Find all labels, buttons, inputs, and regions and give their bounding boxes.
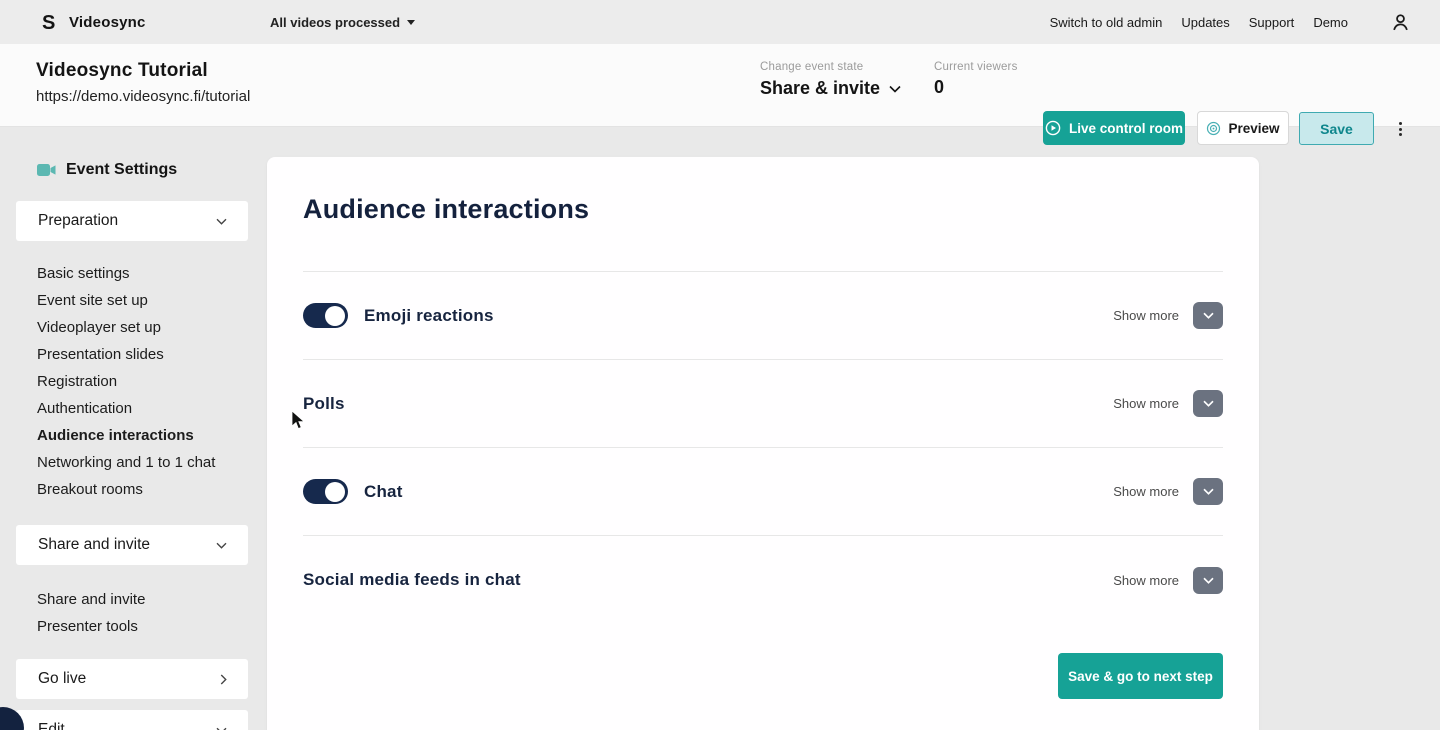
preview-label: Preview — [1228, 120, 1280, 136]
feature-row-polls: Polls Show more — [303, 360, 1223, 448]
toggle-knob — [325, 305, 345, 326]
section-go-live[interactable]: Go live — [16, 659, 248, 699]
current-viewers-label: Current viewers — [934, 61, 1018, 73]
caret-down-icon — [407, 19, 416, 25]
save-button[interactable]: Save — [1299, 112, 1374, 145]
feature-label: Emoji reactions — [364, 305, 494, 325]
show-more-button[interactable] — [1193, 390, 1223, 417]
user-icon[interactable] — [1391, 13, 1410, 32]
video-status-dropdown[interactable]: All videos processed — [270, 14, 416, 30]
preview-button[interactable]: Preview — [1197, 111, 1289, 145]
sidebar-item-event-site-set-up[interactable]: Event site set up — [37, 287, 248, 314]
current-viewers-block: Current viewers 0 — [934, 61, 1018, 98]
live-control-room-label: Live control room — [1068, 120, 1183, 136]
event-state-label: Change event state — [760, 61, 864, 73]
show-more-button[interactable] — [1193, 302, 1223, 329]
feature-label: Polls — [303, 393, 345, 413]
emoji-reactions-toggle[interactable] — [303, 303, 348, 328]
feature-label: Social media feeds in chat — [303, 570, 521, 589]
chevron-down-icon — [215, 217, 228, 226]
show-more-button[interactable] — [1193, 478, 1223, 505]
feature-row-chat: Chat Show more — [303, 448, 1223, 536]
link-support[interactable]: Support — [1249, 15, 1295, 30]
event-state-value: Share & invite — [760, 78, 881, 98]
audience-interactions-panel: Audience interactions Emoji reactions Sh… — [267, 157, 1259, 730]
chat-toggle[interactable] — [303, 479, 348, 504]
event-header: Videosync Tutorial https://demo.videosyn… — [0, 44, 1440, 145]
chevron-down-icon — [215, 541, 228, 550]
event-head: Videosync Tutorial https://demo.videosyn… — [36, 60, 250, 105]
save-and-next-button[interactable]: Save & go to next step — [1058, 653, 1223, 699]
top-bar: S Videosync All videos processed Switch … — [0, 0, 1440, 44]
sidebar-item-share-and-invite[interactable]: Share and invite — [37, 586, 248, 613]
chevron-down-icon — [1202, 312, 1214, 319]
top-links: Switch to old admin Updates Support Demo — [1050, 13, 1410, 32]
card-footer: Save & go to next step — [303, 653, 1223, 699]
sidebar-item-breakout-rooms[interactable]: Breakout rooms — [37, 476, 248, 503]
share-items: Share and invite Presenter tools — [16, 586, 248, 640]
video-status-label: All videos processed — [270, 14, 401, 30]
brand-name: Videosync — [69, 13, 146, 31]
sidebar-item-presentation-slides[interactable]: Presentation slides — [37, 341, 248, 368]
section-share-and-invite-label: Share and invite — [38, 536, 151, 553]
event-title: Videosync Tutorial — [36, 60, 208, 81]
section-preparation[interactable]: Preparation — [16, 201, 248, 241]
videosync-logo-icon: S — [40, 11, 60, 33]
sidebar-title: Event Settings — [16, 161, 248, 179]
sidebar-item-presenter-tools[interactable]: Presenter tools — [37, 613, 248, 640]
sidebar-item-videoplayer-set-up[interactable]: Videoplayer set up — [37, 314, 248, 341]
link-updates[interactable]: Updates — [1181, 15, 1229, 30]
page-title: Audience interactions — [303, 194, 590, 224]
section-share-and-invite[interactable]: Share and invite — [16, 525, 248, 565]
play-circle-icon — [1045, 120, 1061, 136]
sidebar-title-label: Event Settings — [66, 161, 178, 178]
event-url[interactable]: https://demo.videosync.fi/tutorial — [36, 88, 250, 105]
more-options-kebab-icon[interactable] — [1391, 120, 1409, 138]
sidebar-item-basic-settings[interactable]: Basic settings — [37, 260, 248, 287]
show-more-label[interactable]: Show more — [1113, 573, 1179, 588]
section-edit-label: Edit — [38, 721, 65, 730]
preview-eye-icon — [1207, 121, 1221, 135]
show-more-button[interactable] — [1193, 566, 1223, 594]
show-more-label[interactable]: Show more — [1113, 396, 1179, 411]
sidebar-item-registration[interactable]: Registration — [37, 368, 248, 395]
chevron-down-icon — [1202, 400, 1214, 407]
show-more-label[interactable]: Show more — [1113, 308, 1179, 323]
chevron-down-icon — [889, 85, 901, 93]
video-camera-icon — [37, 164, 56, 176]
live-control-room-button[interactable]: Live control room — [1043, 111, 1185, 145]
chevron-down-icon — [1202, 577, 1214, 584]
preparation-items: Basic settings Event site set up Videopl… — [16, 260, 248, 503]
feature-row-emoji-reactions: Emoji reactions Show more — [303, 272, 1223, 360]
link-demo[interactable]: Demo — [1313, 15, 1348, 30]
brand[interactable]: S Videosync — [40, 11, 146, 33]
chevron-down-icon — [215, 726, 228, 730]
section-edit[interactable]: Edit — [16, 710, 248, 730]
event-state-dropdown[interactable]: Share & invite — [760, 78, 902, 99]
section-go-live-label: Go live — [38, 670, 87, 687]
section-preparation-label: Preparation — [38, 212, 119, 229]
sidebar-item-authentication[interactable]: Authentication — [37, 395, 248, 422]
sidebar-item-audience-interactions[interactable]: Audience interactions — [37, 422, 248, 449]
chevron-right-icon — [219, 673, 228, 686]
svg-text:S: S — [42, 12, 55, 33]
toggle-knob — [325, 481, 345, 502]
show-more-label[interactable]: Show more — [1113, 484, 1179, 499]
feature-row-social-media-feeds: Social media feeds in chat Show more — [303, 536, 1223, 624]
current-viewers-value: 0 — [934, 77, 945, 97]
event-state-block: Change event state Share & invite — [760, 61, 902, 99]
settings-sidebar: Event Settings Preparation Basic setting… — [16, 161, 248, 730]
chevron-down-icon — [1202, 488, 1214, 495]
sidebar-item-networking-1to1-chat[interactable]: Networking and 1 to 1 chat — [37, 449, 248, 476]
link-switch-old-admin[interactable]: Switch to old admin — [1050, 15, 1163, 30]
feature-label: Chat — [364, 481, 403, 501]
